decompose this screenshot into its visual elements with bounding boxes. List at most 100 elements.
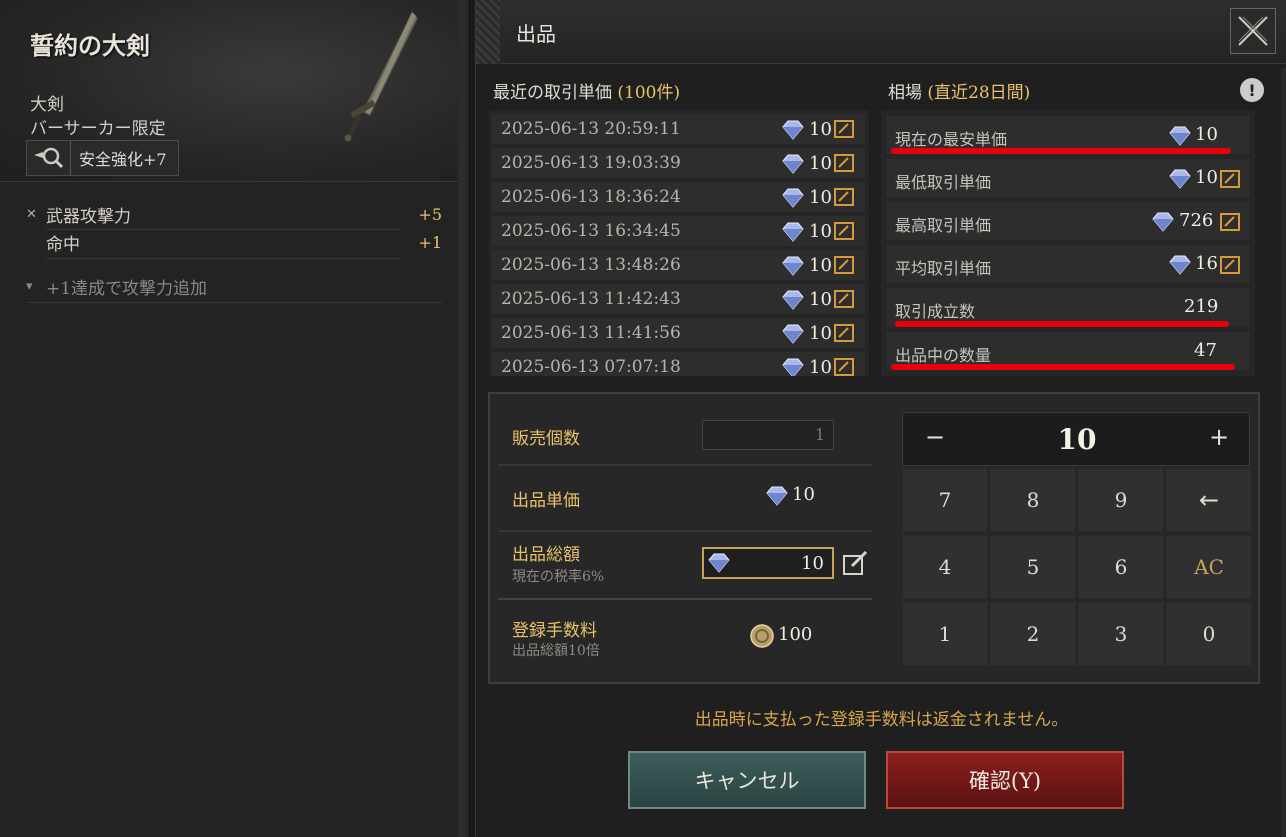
goblet-icon: ▾ (26, 279, 33, 294)
key-7[interactable]: 7 (902, 468, 988, 532)
diamond-icon (766, 486, 788, 506)
apply-price-icon[interactable] (834, 188, 854, 206)
item-detail-panel: 誓約の大剣 大剣 バーサーカー限定 安全強化+7 ✕ 武器攻撃力 +5 命中 +… (0, 0, 468, 837)
diamond-icon (1169, 169, 1191, 189)
stat-value: +5 (418, 204, 442, 224)
recent-prices-title: 最近の取引単価 (100件) (493, 83, 681, 103)
list-item: 2025-06-13 07:07:18 10 (492, 352, 865, 376)
tax-note: 現在の税率6% (512, 569, 605, 585)
key-0[interactable]: 0 (1166, 602, 1252, 666)
greatsword-icon (344, 11, 419, 142)
quantity-row: 販売個数 1 (498, 394, 872, 464)
diamond-icon (782, 120, 804, 140)
key-9[interactable]: 9 (1078, 468, 1164, 532)
apply-price-icon[interactable] (834, 290, 854, 308)
list-item: 2025-06-13 18:36:24 10 (492, 182, 865, 212)
market-row-min: 最低取引単価 10 (886, 159, 1250, 197)
diamond-icon (708, 553, 730, 573)
apply-price-icon[interactable] (834, 154, 854, 172)
diamond-icon (782, 290, 804, 310)
recent-prices-list[interactable]: 2025-06-13 20:59:11 10 2025-06-13 19:03:… (489, 110, 869, 376)
diamond-icon (782, 154, 804, 174)
key-3[interactable]: 3 (1078, 602, 1164, 666)
keypad-display: − 10 + (902, 412, 1250, 466)
list-item: 2025-06-13 20:59:11 10 (492, 114, 865, 144)
number-keypad: − 10 + 7 8 9 ← 4 5 6 AC 1 2 3 0 (902, 412, 1254, 670)
item-class-limit: バーサーカー限定 (30, 119, 166, 139)
fee-note: 出品総額10倍 (512, 643, 600, 659)
item-type: 大剣 (30, 95, 64, 115)
confirm-button[interactable]: 確認(Y) (886, 751, 1124, 809)
apply-price-icon[interactable] (834, 120, 854, 138)
item-header: 誓約の大剣 大剣 バーサーカー限定 安全強化+7 (0, 0, 460, 182)
crossed-swords-icon: ✕ (26, 206, 37, 222)
stat-row-attack: ✕ 武器攻撃力 +5 (26, 200, 442, 228)
fee-label: 登録手数料 (512, 621, 597, 641)
diamond-icon (782, 358, 804, 376)
divider (46, 258, 400, 259)
scrollbar[interactable] (1281, 68, 1286, 837)
apply-price-icon[interactable] (834, 324, 854, 342)
scrollbar[interactable] (458, 0, 466, 837)
diamond-icon (782, 256, 804, 276)
refund-warning: 出品時に支払った登録手数料は返金されません。 (694, 710, 1069, 730)
apply-price-icon[interactable] (1220, 170, 1240, 188)
diamond-icon (1169, 126, 1191, 146)
list-item: 2025-06-13 11:41:56 10 (492, 318, 865, 348)
list-item: 2025-06-13 16:34:45 10 (492, 216, 865, 246)
red-underline-annotation (891, 364, 1235, 370)
diamond-icon (1152, 212, 1174, 232)
diamond-icon (782, 222, 804, 242)
close-icon (1238, 16, 1268, 46)
stat-label: 武器攻撃力 (46, 206, 131, 227)
red-underline-annotation (895, 321, 1229, 327)
apply-price-icon[interactable] (1220, 256, 1240, 274)
dialog-title: 出品 (516, 22, 556, 46)
cancel-button[interactable]: キャンセル (628, 751, 866, 809)
diamond-icon (782, 188, 804, 208)
edit-icon[interactable] (842, 550, 870, 576)
total-price-input[interactable]: 10 (702, 547, 834, 579)
market-row-average: 平均取引単価 16 (886, 245, 1250, 283)
bonus-text: +1達成で攻撃力追加 (46, 279, 208, 299)
key-5[interactable]: 5 (990, 535, 1076, 599)
key-4[interactable]: 4 (902, 535, 988, 599)
all-clear-key[interactable]: AC (1166, 535, 1252, 599)
close-button[interactable] (1230, 8, 1276, 54)
stat-value: +1 (418, 232, 442, 252)
total-label: 出品総額 (512, 545, 580, 565)
quantity-label: 販売個数 (512, 429, 580, 449)
quantity-input[interactable]: 1 (702, 420, 834, 450)
key-2[interactable]: 2 (990, 602, 1076, 666)
fee-value: 100 (778, 624, 813, 645)
red-underline-annotation (891, 148, 1231, 154)
unit-price-row: 出品単価 10 (498, 466, 872, 530)
listing-dialog: 出品 最近の取引単価 (100件) 相場 (直近28日間) ! 2025-06-… (475, 0, 1286, 837)
bonus-row: ▾ +1達成で攻撃力追加 (26, 274, 207, 299)
diamond-icon (1169, 255, 1191, 275)
apply-price-icon[interactable] (834, 358, 854, 376)
apply-price-icon[interactable] (1220, 213, 1240, 231)
increment-button[interactable]: + (1209, 423, 1229, 451)
market-row-max: 最高取引単価 726 (886, 202, 1250, 240)
key-6[interactable]: 6 (1078, 535, 1164, 599)
diamond-icon (782, 324, 804, 344)
item-name: 誓約の大剣 (30, 31, 150, 60)
enhancement-badge[interactable]: 安全強化+7 (26, 140, 179, 176)
apply-price-icon[interactable] (834, 222, 854, 240)
title-ornament (476, 0, 500, 64)
list-item: 2025-06-13 19:03:39 10 (492, 148, 865, 178)
stat-label: 命中 (46, 234, 80, 255)
key-8[interactable]: 8 (990, 468, 1076, 532)
divider (498, 530, 872, 532)
apply-price-icon[interactable] (834, 256, 854, 274)
list-item: 2025-06-13 11:42:43 10 (492, 284, 865, 314)
divider (26, 302, 442, 303)
keypad-value: 10 (1057, 423, 1097, 456)
dialog-title-bar: 出品 (476, 0, 1286, 64)
divider (498, 598, 872, 600)
info-icon[interactable]: ! (1240, 78, 1264, 102)
key-1[interactable]: 1 (902, 602, 988, 666)
unit-price-value: 10 (792, 484, 815, 505)
backspace-key[interactable]: ← (1166, 468, 1252, 532)
